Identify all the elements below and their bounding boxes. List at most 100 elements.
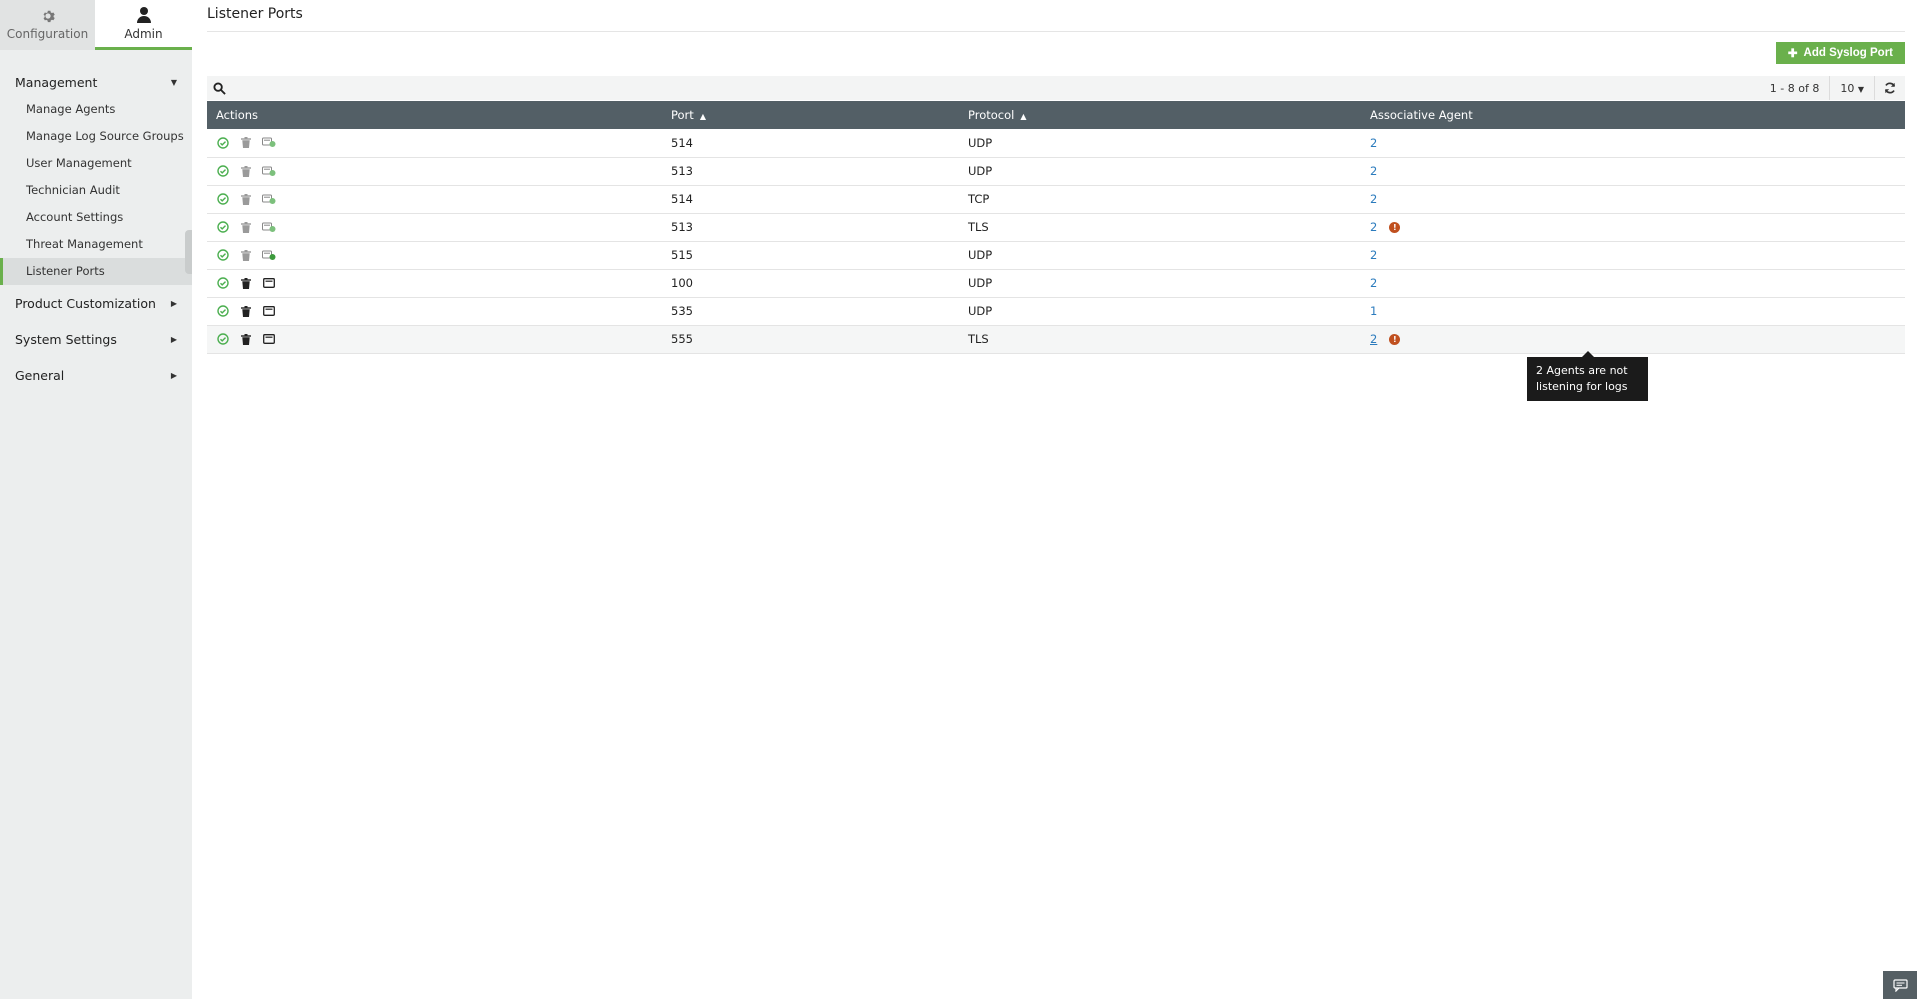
sidebar-menu: Management ▼ Manage Agents Manage Log So… [0, 50, 192, 389]
table-row: 535 UDP 1 [207, 297, 1905, 325]
delete-button[interactable] [239, 248, 253, 262]
port-settings-icon [263, 334, 275, 344]
actions-cell [207, 185, 662, 213]
port-settings-button[interactable] [262, 164, 276, 178]
associative-agent-cell: 2 [1361, 269, 1905, 297]
protocol-cell: UDP [968, 304, 993, 318]
section-general[interactable]: General ▶ [0, 361, 192, 389]
top-nav: Configuration Admin [0, 0, 192, 50]
add-syslog-port-label: Add Syslog Port [1803, 47, 1893, 59]
column-protocol[interactable]: Protocol ▲ [959, 101, 1361, 129]
listener-ports-table: Actions Port ▲ Protocol ▲ Associative Agen… [207, 101, 1905, 354]
per-page-select[interactable]: 10 ▼ [1830, 82, 1874, 95]
sidebar: Configuration Admin Management ▼ Manage … [0, 0, 192, 999]
port-settings-button[interactable] [262, 220, 276, 234]
delete-button[interactable] [239, 332, 253, 346]
port-cell: 513 [671, 164, 693, 178]
section-system-settings[interactable]: System Settings ▶ [0, 325, 192, 353]
sidebar-item-manage-log-source-groups[interactable]: Manage Log Source Groups [0, 123, 192, 150]
port-settings-button[interactable] [262, 304, 276, 318]
table-row: 513 UDP 2 [207, 157, 1905, 185]
table-row: 514 TCP 2 [207, 185, 1905, 213]
delete-button[interactable] [239, 136, 253, 150]
enabled-check-button[interactable] [216, 248, 230, 262]
check-circle-icon [217, 305, 229, 317]
enabled-check-button[interactable] [216, 164, 230, 178]
table-row: 515 UDP 2 [207, 241, 1905, 269]
sidebar-item-technician-audit[interactable]: Technician Audit [0, 177, 192, 204]
enabled-check-button[interactable] [216, 220, 230, 234]
column-actions: Actions [207, 101, 662, 129]
enabled-check-button[interactable] [216, 192, 230, 206]
delete-button[interactable] [239, 276, 253, 290]
page-title: Listener Ports [207, 6, 303, 22]
table-header-row: Actions Port ▲ Protocol ▲ Associative Agen… [207, 101, 1905, 129]
tab-configuration[interactable]: Configuration [0, 0, 95, 50]
agent-count-link[interactable]: 2 [1370, 332, 1377, 346]
tab-configuration-label: Configuration [6, 27, 89, 41]
management-items: Manage Agents Manage Log Source Groups U… [0, 96, 192, 285]
enabled-check-button[interactable] [216, 136, 230, 150]
chat-button[interactable] [1883, 971, 1917, 999]
section-management[interactable]: Management ▼ [0, 68, 192, 96]
agent-count-link[interactable]: 2 [1370, 136, 1377, 150]
agent-count-link[interactable]: 2 [1370, 192, 1377, 206]
port-settings-button[interactable] [262, 248, 276, 262]
agent-count-link[interactable]: 2 [1370, 164, 1377, 178]
search-button[interactable] [207, 76, 231, 100]
associative-agent-cell: 2! [1361, 213, 1905, 241]
table-row: 555 TLS 2! [207, 325, 1905, 353]
tooltip-line: listening for logs [1536, 380, 1628, 393]
protocol-cell: TLS [968, 332, 989, 346]
trash-icon [241, 137, 251, 149]
sidebar-collapse-handle[interactable] [185, 230, 192, 274]
actions-cell [207, 213, 662, 241]
agent-count-link[interactable]: 2 [1370, 276, 1377, 290]
enabled-check-button[interactable] [216, 276, 230, 290]
table-toolbar: 1 - 8 of 8 10 ▼ [207, 76, 1905, 100]
sidebar-item-user-management[interactable]: User Management [0, 150, 192, 177]
delete-button[interactable] [239, 192, 253, 206]
agent-count-link[interactable]: 2 [1370, 220, 1377, 234]
port-settings-button[interactable] [262, 276, 276, 290]
port-settings-icon [263, 306, 275, 316]
warning-icon[interactable]: ! [1389, 334, 1401, 345]
caret-right-icon: ▶ [170, 334, 177, 344]
column-actions-label: Actions [216, 108, 259, 122]
associative-agent-cell: 2! [1361, 325, 1905, 353]
add-syslog-port-button[interactable]: ✚ Add Syslog Port [1775, 42, 1905, 64]
sidebar-item-manage-agents[interactable]: Manage Agents [0, 96, 192, 123]
section-management-label: Management [15, 74, 98, 90]
table-row: 100 UDP 2 [207, 269, 1905, 297]
protocol-cell: UDP [968, 164, 993, 178]
port-settings-button[interactable] [262, 332, 276, 346]
agent-count-link[interactable]: 2 [1370, 248, 1377, 262]
column-port[interactable]: Port ▲ [662, 101, 959, 129]
check-circle-icon [217, 193, 229, 205]
protocol-cell: TLS [968, 220, 989, 234]
delete-button[interactable] [239, 304, 253, 318]
enabled-check-button[interactable] [216, 304, 230, 318]
refresh-icon [1884, 82, 1896, 94]
port-cell: 513 [671, 220, 693, 234]
port-settings-button[interactable] [262, 136, 276, 150]
tab-admin[interactable]: Admin [95, 0, 192, 50]
delete-button[interactable] [239, 164, 253, 178]
section-product-customization[interactable]: Product Customization ▶ [0, 289, 192, 317]
refresh-button[interactable] [1875, 76, 1905, 100]
column-associative-agent-label: Associative Agent [1370, 108, 1473, 122]
port-settings-button[interactable] [262, 192, 276, 206]
enabled-check-button[interactable] [216, 332, 230, 346]
sidebar-item-account-settings[interactable]: Account Settings [0, 204, 192, 231]
delete-button[interactable] [239, 220, 253, 234]
caret-right-icon: ▶ [170, 298, 177, 308]
warning-icon[interactable]: ! [1389, 222, 1401, 233]
port-cell: 100 [671, 276, 693, 290]
associative-agent-cell: 1 [1361, 297, 1905, 325]
agent-warning-tooltip: 2 Agents are not listening for logs [1527, 351, 1648, 401]
sidebar-item-listener-ports[interactable]: Listener Ports [0, 258, 192, 285]
gear-icon [43, 10, 55, 23]
sidebar-item-threat-management[interactable]: Threat Management [0, 231, 192, 258]
agent-count-link[interactable]: 1 [1370, 304, 1377, 318]
actions-cell [207, 269, 662, 297]
